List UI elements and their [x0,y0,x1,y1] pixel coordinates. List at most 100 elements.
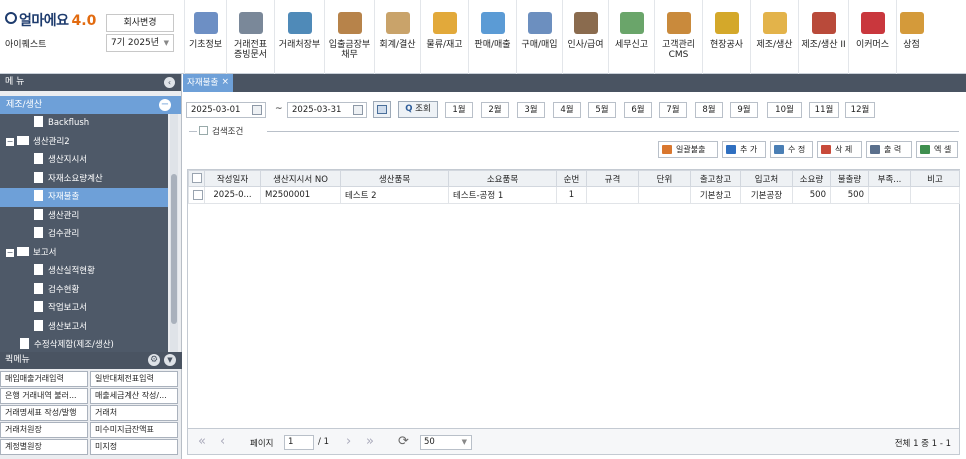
collapse-node-icon[interactable]: − [6,137,14,146]
column-header[interactable]: 소요품목 [448,170,557,187]
fiscal-year-select[interactable]: 7기 2025년 ▼ [106,34,174,52]
quick-menu-button[interactable]: 거래명세표 작성/발행 [0,405,88,421]
prev-page-icon[interactable]: ‹ [220,435,225,448]
select-all-checkbox[interactable] [191,173,202,184]
top-menu-item[interactable]: 회계/결산 [374,0,420,74]
page-size-select[interactable]: 50 ▼ [420,435,472,450]
change-company-button[interactable]: 회사변경 [106,14,174,32]
month-button[interactable]: 8월 [695,102,723,118]
column-header[interactable]: 작성일자 [204,170,261,187]
menu-tree-item[interactable]: 자재불출 [0,188,168,207]
column-header[interactable]: 입고처 [740,170,793,187]
print-button[interactable]: 출 력 [866,141,912,158]
month-button[interactable]: 2월 [481,102,509,118]
next-page-icon[interactable]: › [346,435,351,448]
top-menu-item[interactable]: 제조/생산 II [798,0,848,74]
bulk-issue-button[interactable]: 일괄불출 [658,141,718,158]
top-menu-item[interactable]: 현장공사 [702,0,750,74]
scrollbar-thumb[interactable] [171,174,177,324]
column-header[interactable]: 출고창고 [690,170,741,187]
quick-menu-button[interactable]: 거래처원장 [0,422,88,438]
menu-tree-item[interactable]: 자재소요량계산 [0,170,168,189]
add-button[interactable]: 추 가 [722,141,766,158]
sidebar-scrollbar[interactable] [170,114,178,352]
quick-menu-button[interactable]: 미지정 [90,439,178,455]
menu-tree-item[interactable]: − 보고서 [0,244,168,263]
menu-tree-item[interactable]: − 생산관리2 [0,133,168,152]
excel-button[interactable]: 엑 셀 [916,141,958,158]
quick-menu-button[interactable]: 매입매출거래입력 [0,371,88,387]
top-menu-item[interactable]: 상점 [896,0,926,74]
top-menu-item[interactable]: 고객관리 CMS [654,0,702,74]
top-menu-item[interactable]: 입출금장부 채무 [324,0,374,74]
chevron-down-icon[interactable]: ▼ [164,354,176,366]
top-menu-item[interactable]: 거래처장부 [274,0,324,74]
month-button[interactable]: 10월 [767,102,802,118]
column-header[interactable]: 비고 [910,170,960,187]
column-header[interactable]: 부족... [868,170,911,187]
column-header[interactable]: 규격 [586,170,639,187]
calendar-picker-button[interactable] [373,101,391,118]
quick-menu-button[interactable]: 은행 거래내역 불러... [0,388,88,404]
edit-button[interactable]: 수 정 [770,141,813,158]
search-conditions-checkbox[interactable] [199,126,208,135]
month-button[interactable]: 3월 [517,102,545,118]
row-checkbox[interactable] [193,189,203,200]
column-header[interactable]: 생산품목 [340,170,449,187]
collapse-sidebar-icon[interactable]: ‹ [164,77,175,88]
column-header[interactable]: 소요량 [792,170,831,187]
close-icon[interactable]: × [221,73,229,91]
quick-menu-button[interactable]: 거래처 [90,405,178,421]
top-menu-item[interactable]: 기초정보 [184,0,226,74]
menu-tree-item[interactable]: 생산지시서 [0,151,168,170]
top-menu-item[interactable]: 제조/생산 [750,0,798,74]
calendar-icon[interactable] [353,105,363,115]
month-button[interactable]: 5월 [588,102,616,118]
column-header[interactable]: 불출량 [830,170,869,187]
menu-tree-item[interactable]: 생산실적현황 [0,262,168,281]
top-menu-item[interactable]: 판매/매출 [468,0,516,74]
column-header[interactable]: 순번 [556,170,587,187]
menu-tree-item[interactable]: 검수현황 [0,281,168,300]
table-row[interactable]: 2025-0... M2500001 테스트 2 테스트-공정 1 1 기본창고 기본공장 5… [188,186,960,204]
top-menu-item[interactable]: 물류/재고 [420,0,468,74]
month-button[interactable]: 12월 [845,102,875,118]
month-button[interactable]: 7월 [659,102,687,118]
month-button[interactable]: 9월 [730,102,758,118]
collapse-category-icon[interactable]: − [159,99,171,111]
menu-tree-item[interactable]: 생산보고서 [0,318,168,337]
month-button[interactable]: 1월 [445,102,473,118]
menu-tree-item[interactable]: 수정삭제함(제조/생산) [0,336,168,352]
last-page-icon[interactable]: » [366,435,374,448]
menu-tree-item[interactable]: 검수관리 [0,225,168,244]
gear-icon[interactable]: ⚙ [148,354,160,366]
quick-menu-button[interactable]: 매출세금계산 작성/... [90,388,178,404]
top-menu-item[interactable]: 구매/매입 [516,0,562,74]
month-button[interactable]: 4월 [553,102,581,118]
month-button[interactable]: 11월 [809,102,839,118]
menu-tree-item[interactable]: Backflush [0,114,168,133]
top-menu-item[interactable]: 거래전표 증빙문서 [226,0,274,74]
column-header[interactable]: 생산지시서 NO [260,170,341,187]
first-page-icon[interactable]: « [198,435,206,448]
column-header[interactable] [188,170,205,187]
sidebar-category[interactable]: 제조/생산 − [0,96,181,114]
menu-tree-item[interactable]: 생산관리 [0,207,168,226]
column-header[interactable]: 단위 [638,170,691,187]
search-button[interactable]: Q 조회 [398,101,438,118]
date-to-input[interactable]: 2025-03-31 [287,102,367,118]
date-from-input[interactable]: 2025-03-01 [186,102,266,118]
calendar-icon[interactable] [252,105,262,115]
menu-tree-item[interactable]: 작업보고서 [0,299,168,318]
top-menu-item[interactable]: 인사/급여 [562,0,608,74]
month-button[interactable]: 6월 [624,102,652,118]
quick-menu-button[interactable]: 계정별원장 [0,439,88,455]
top-menu-item[interactable]: 이커머스 [848,0,896,74]
delete-button[interactable]: 삭 제 [817,141,862,158]
refresh-icon[interactable]: ⟳ [398,435,409,448]
quick-menu-button[interactable]: 미수미지급잔액표 [90,422,178,438]
collapse-node-icon[interactable]: − [6,248,14,257]
top-menu-item[interactable]: 세무신고 [608,0,654,74]
quick-menu-button[interactable]: 일반대체전표입력 [90,371,178,387]
page-input[interactable]: 1 [284,435,314,450]
